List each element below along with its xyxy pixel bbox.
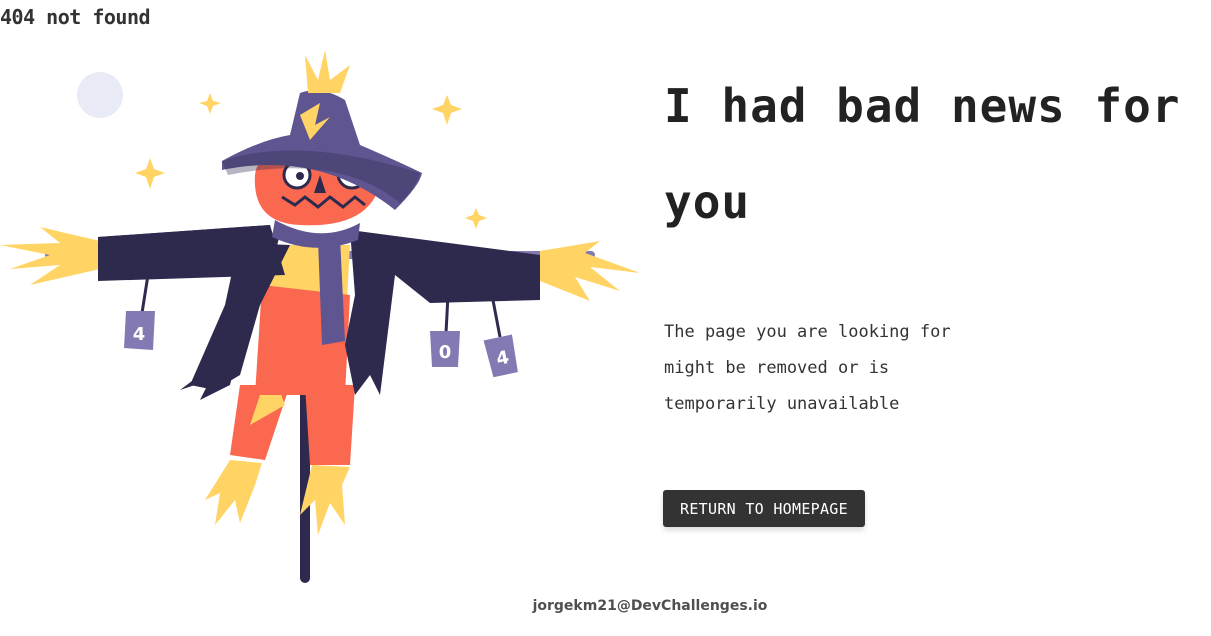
footer-credit: jorgekm21@DevChallenges.io — [532, 598, 768, 614]
site-title: 404 not found — [0, 5, 151, 29]
can-label: 4 — [133, 324, 146, 345]
error-message: The page you are looking for might be re… — [664, 322, 951, 414]
straw-hand-left — [0, 227, 100, 285]
can-label: 0 — [439, 342, 452, 363]
straw-hand-right — [540, 241, 640, 301]
can-4-right: 4 — [483, 334, 518, 378]
return-to-homepage-button[interactable]: RETURN TO HOMEPAGE — [663, 490, 865, 527]
page-headline: I had bad news for you — [664, 79, 1181, 229]
can-0: 0 — [430, 331, 460, 367]
moon-icon — [77, 72, 123, 118]
straw-feet — [205, 460, 350, 535]
can-4-left: 4 — [124, 311, 155, 350]
scarecrow-illustration: 4 0 4 — [0, 50, 640, 583]
